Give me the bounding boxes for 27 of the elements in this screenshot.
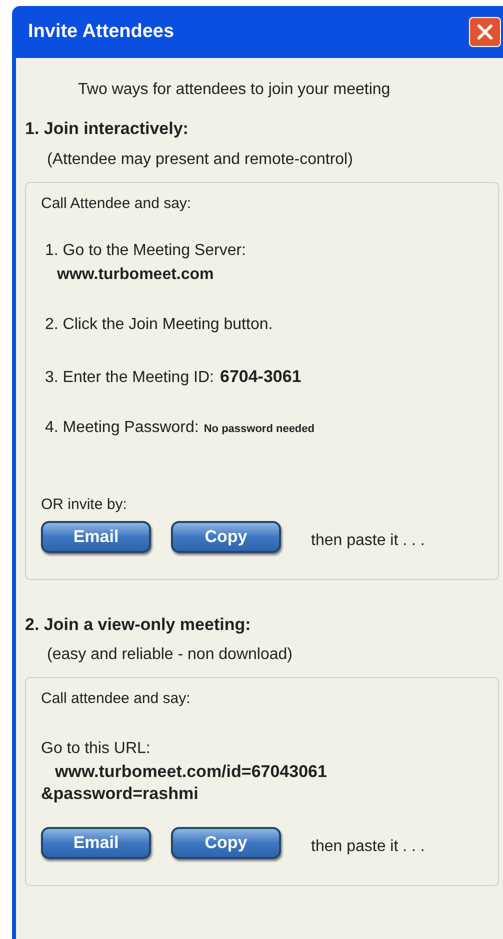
url-text: www.turbomeet.com/id=67043061: [55, 760, 327, 782]
server-address: www.turbomeet.com: [57, 265, 214, 285]
email-button[interactable]: Email: [41, 520, 151, 552]
password-note: No password needed: [204, 422, 314, 437]
step-text: 1. Go to the Meeting Server:: [45, 241, 246, 261]
step-text: Go to this URL:: [41, 738, 150, 758]
meeting-id: 6704-3061: [220, 366, 302, 388]
step-text: 4. Meeting Password:: [45, 418, 199, 438]
close-icon: [476, 23, 494, 41]
paste-hint: then paste it . . .: [311, 836, 425, 856]
intro-text: Two ways for attendees to join your meeting: [78, 80, 390, 100]
step-text: 3. Enter the Meeting ID:: [45, 368, 214, 388]
paste-hint: then paste it . . .: [311, 530, 425, 550]
window-title: Invite Attendees: [28, 20, 174, 44]
email-button[interactable]: Email: [41, 826, 151, 858]
copy-button[interactable]: Copy: [171, 826, 281, 858]
url-text: &password=rashmi: [41, 782, 198, 804]
close-button[interactable]: [469, 17, 501, 47]
panel-title: Call attendee and say:: [41, 689, 190, 709]
step-text: 2. Click the Join Meeting button.: [45, 315, 273, 335]
section-heading: 2. Join a view-only meeting:: [25, 614, 251, 636]
panel-title: Call Attendee and say:: [41, 194, 192, 214]
copy-button[interactable]: Copy: [171, 520, 281, 552]
section-note: (easy and reliable - non download): [47, 645, 292, 665]
section-heading: 1. Join interactively:: [25, 118, 188, 140]
section-note: (Attendee may present and remote-control): [47, 150, 353, 170]
invite-label: OR invite by:: [41, 495, 127, 515]
